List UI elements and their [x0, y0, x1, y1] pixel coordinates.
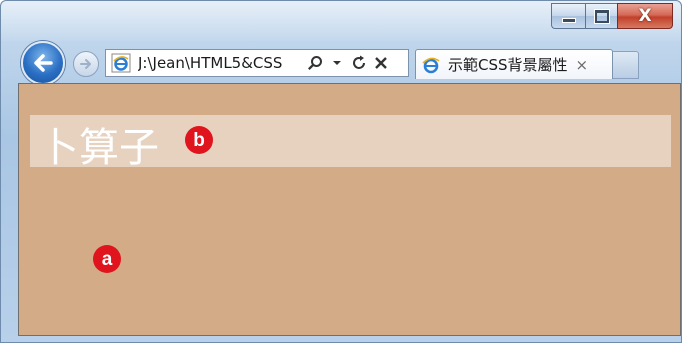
page-heading: 卜算子 — [39, 125, 159, 171]
forward-arrow-icon — [80, 59, 91, 69]
tab-ie-icon — [420, 54, 442, 76]
back-button[interactable] — [21, 41, 65, 85]
back-arrow-icon — [34, 54, 53, 72]
browser-tab[interactable]: 示範CSS背景屬性 × — [415, 49, 613, 79]
refresh-icon[interactable] — [348, 52, 370, 74]
maximize-icon — [594, 9, 609, 23]
forward-button[interactable] — [73, 51, 99, 77]
ie-icon — [110, 52, 132, 74]
minimize-icon — [561, 17, 576, 23]
chevron-down-icon[interactable] — [326, 52, 348, 74]
caption-buttons: X — [551, 3, 673, 29]
stop-icon[interactable] — [370, 52, 392, 74]
annotation-marker-a: a — [93, 245, 121, 273]
new-tab-button[interactable] — [613, 51, 639, 79]
address-url[interactable]: J:\Jean\HTML5&CSS — [138, 54, 304, 72]
search-icon[interactable] — [304, 52, 326, 74]
browser-window: X J:\Jean\HTML5&CSS 示範CSS背景屬性 × 卜算子 b a — [0, 0, 682, 343]
heading-bar: 卜算子 — [30, 115, 671, 171]
minimize-button[interactable] — [551, 3, 585, 29]
address-bar[interactable]: J:\Jean\HTML5&CSS — [105, 49, 409, 77]
close-button[interactable]: X — [617, 3, 673, 29]
annotation-marker-b: b — [185, 126, 213, 154]
close-icon: X — [638, 6, 652, 26]
page-content: 卜算子 b a — [18, 83, 681, 336]
tab-title: 示範CSS背景屬性 — [448, 56, 568, 74]
tab-close-icon[interactable]: × — [576, 56, 589, 74]
maximize-button[interactable] — [585, 3, 617, 29]
